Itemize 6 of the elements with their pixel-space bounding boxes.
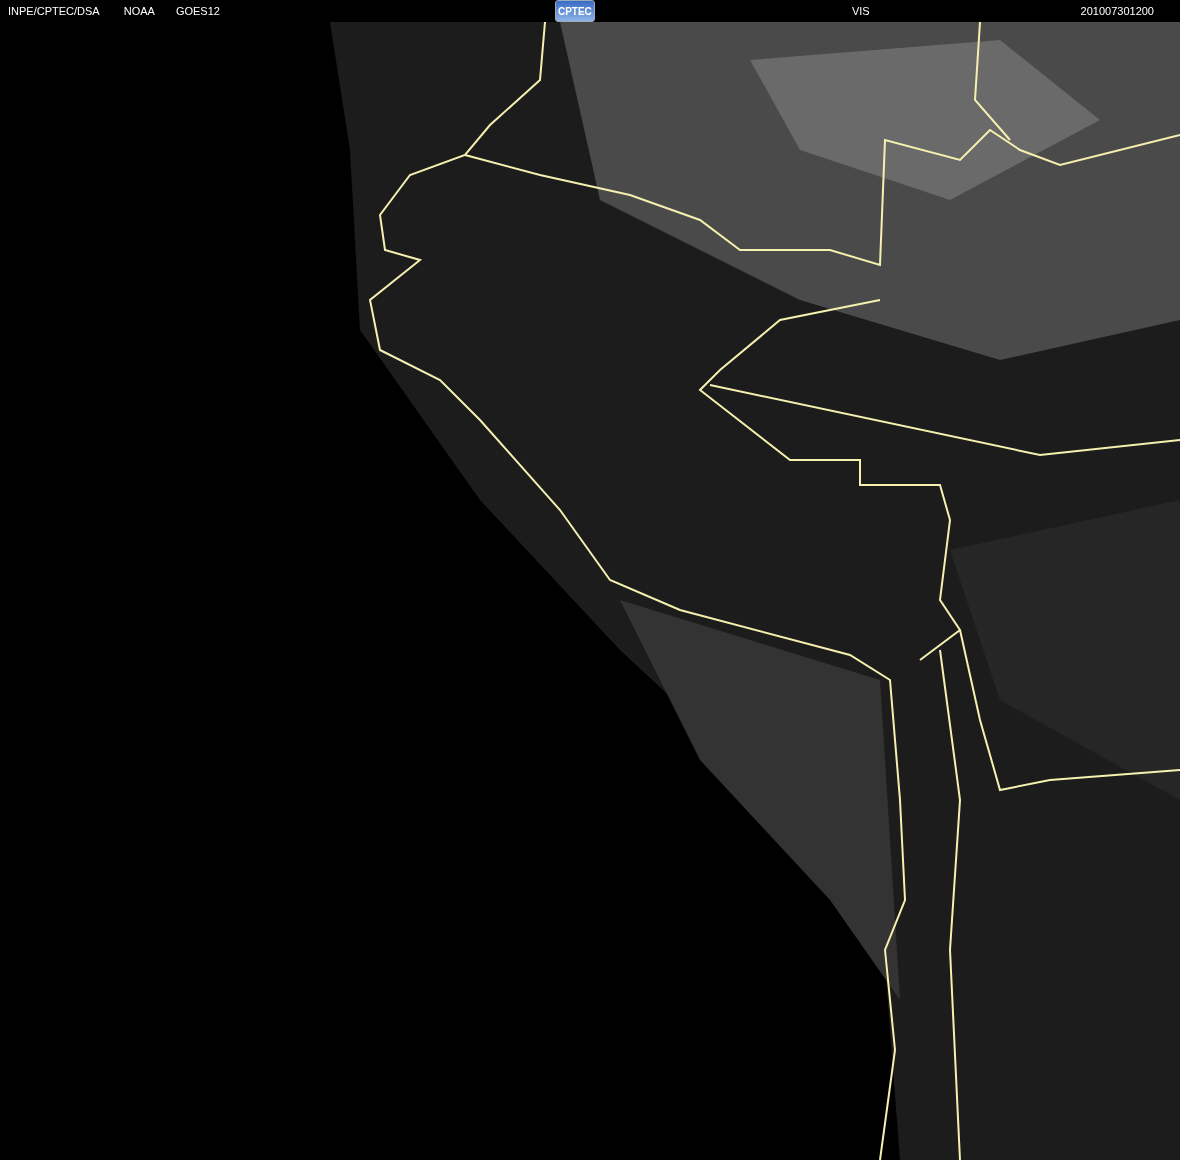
timestamp: 201007301200	[1080, 5, 1154, 17]
satellite-label: GOES12	[175, 5, 220, 17]
channel-label: VIS	[851, 5, 870, 17]
logo: CPTEC	[554, 0, 595, 22]
source-label: INPE/CPTEC/DSA	[8, 5, 100, 17]
agency-label: NOAA	[123, 5, 155, 17]
